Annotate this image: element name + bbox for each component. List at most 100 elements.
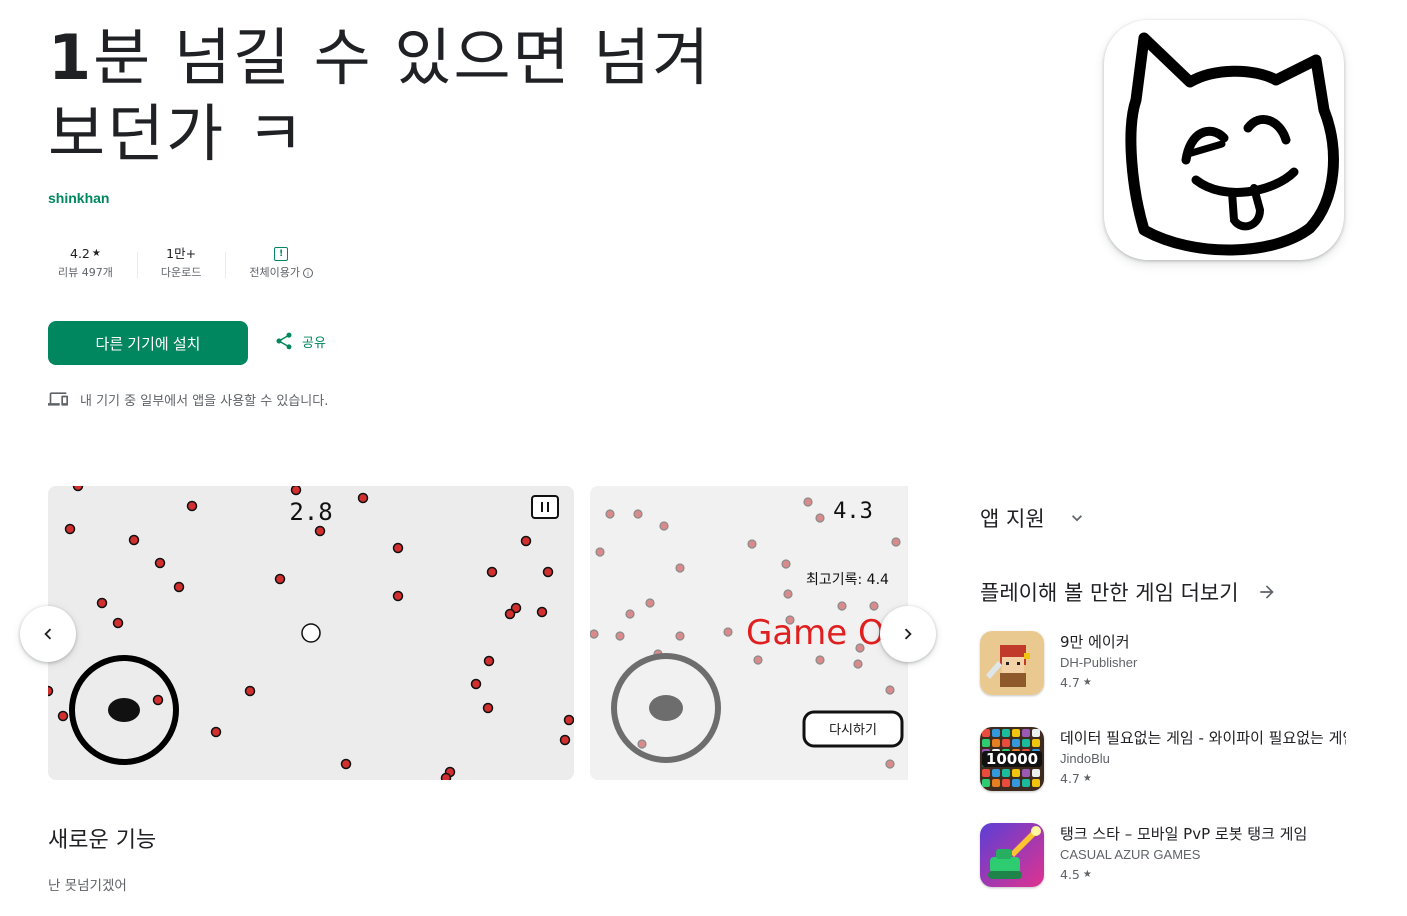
mosaic-tile <box>1022 779 1030 787</box>
mosaic-tile <box>992 739 1000 747</box>
score-text-2: 4.3 <box>833 499 873 524</box>
mosaic-tile <box>1012 729 1020 737</box>
mosaic-tile <box>1012 739 1020 747</box>
device-availability-note: 내 기기 중 일부에서 앱을 사용할 수 있습니다. <box>48 389 328 409</box>
player-cat-icon <box>301 623 321 643</box>
more-games-link[interactable]: 플레이해 볼 만한 게임 더보기 <box>980 577 1277 607</box>
faded-dot <box>595 547 605 557</box>
content-rating-icon: ! <box>274 247 289 261</box>
faded-dot <box>891 537 901 547</box>
more-games-label: 플레이해 볼 만한 게임 더보기 <box>980 581 1239 605</box>
enemy-dot <box>64 523 76 535</box>
mosaic-tile <box>1002 779 1010 787</box>
rec-rating-value: 4.5 <box>1060 867 1080 882</box>
mosaic-tile <box>1002 729 1010 737</box>
best-record-text: 최고기록: 4.4 <box>806 572 889 588</box>
recommended-app-1[interactable]: 9만 에이커 DH-Publisher 4.7 ★ <box>980 631 1346 695</box>
enemy-dot <box>96 597 108 609</box>
knight-game-icon <box>980 631 1044 695</box>
rec-app-developer: CASUAL AZUR GAMES <box>1060 847 1201 862</box>
faded-dot <box>723 627 733 637</box>
faded-dot <box>753 655 763 665</box>
app-title-rest: 분 넘길 수 있으면 넘겨 <box>93 21 712 94</box>
stat-downloads: 1만+ 다운로드 <box>136 244 225 286</box>
faded-dot <box>637 739 647 749</box>
chevron-left-icon <box>44 628 52 640</box>
recommended-app-3[interactable]: 탱크 스타 – 모바일 PvP 로봇 탱크 게임 CASUAL AZUR GAM… <box>980 823 1346 887</box>
share-button[interactable]: 공유 <box>274 331 326 351</box>
app-title: 1분 넘길 수 있으면 넘겨 보던가 ㅋ <box>48 20 768 172</box>
faded-dot <box>815 513 825 523</box>
rec-app-name: 탱크 스타 – 모바일 PvP 로봇 탱크 게임 <box>1060 825 1308 843</box>
mosaic-tile <box>1022 729 1030 737</box>
enemy-dot <box>357 492 369 504</box>
mosaic-tile <box>1032 779 1040 787</box>
mosaic-tile <box>982 769 990 777</box>
game-over-text: Game O <box>746 613 885 653</box>
whats-new-heading: 새로운 기능 <box>48 828 157 853</box>
screenshot-1[interactable]: 2.8 <box>48 486 574 780</box>
faded-dot <box>783 589 793 599</box>
enemy-dot <box>112 617 124 629</box>
faded-dot <box>645 598 655 608</box>
enemy-dot <box>274 573 286 585</box>
faded-dot <box>885 759 895 769</box>
enemy-dot <box>559 734 571 746</box>
faded-dot <box>885 685 895 695</box>
carousel-prev-button[interactable] <box>20 606 76 662</box>
rec-app-developer: JindoBlu <box>1060 751 1110 766</box>
enemy-dot <box>392 590 404 602</box>
enemy-dot <box>520 535 532 547</box>
downloads-value: 1만+ <box>166 246 197 261</box>
rating-value: 4.2 <box>70 246 90 261</box>
faded-dot <box>590 629 599 639</box>
mosaic-tile <box>1012 769 1020 777</box>
enemy-dot <box>536 606 548 618</box>
enemy-dot <box>470 678 482 690</box>
arrow-right-icon <box>1259 585 1274 599</box>
enemy-dot <box>186 500 198 512</box>
mosaic-tile <box>982 739 990 747</box>
mosaic-tile <box>1012 779 1020 787</box>
app-support-toggle[interactable]: 앱 지원 <box>980 503 1087 533</box>
downloads-label: 다운로드 <box>160 266 202 279</box>
faded-dot <box>869 601 879 611</box>
screenshot-2[interactable]: 4.3 최고기록: 4.4 Game O 다시하기 <box>590 486 908 780</box>
faded-dot <box>625 609 635 619</box>
enemy-dot <box>563 714 574 726</box>
mosaic-tile <box>1022 769 1030 777</box>
rating-label: 리뷰 497개 <box>58 266 113 279</box>
faded-dot <box>747 539 757 549</box>
share-icon <box>276 332 292 350</box>
game-scene: 2.8 <box>48 486 574 780</box>
developer-link[interactable]: shinkhan <box>48 190 109 206</box>
enemy-dot <box>57 710 69 722</box>
enemy-dot <box>504 608 516 620</box>
app-title-line2: 보던가 ㅋ <box>48 97 306 170</box>
mosaic-tile <box>992 769 1000 777</box>
app-support-label: 앱 지원 <box>980 507 1045 531</box>
mosaic-tile <box>1002 739 1010 747</box>
joystick-knob-2 <box>649 695 683 721</box>
mosaic-tile <box>1032 729 1040 737</box>
stat-content-rating[interactable]: ! 전체이용가 i <box>225 244 337 286</box>
score-text: 2.8 <box>289 498 332 526</box>
content-rating-label: 전체이용가 <box>249 266 300 279</box>
enemy-dot <box>340 758 352 770</box>
enemy-dot <box>314 525 326 537</box>
faded-dot <box>815 655 825 665</box>
enemy-dot <box>542 566 554 578</box>
faded-dot <box>675 631 685 641</box>
faded-dot <box>659 521 669 531</box>
game-over-scene: 4.3 최고기록: 4.4 Game O 다시하기 <box>590 497 904 769</box>
carousel-next-button[interactable] <box>880 606 936 662</box>
mosaic-tile <box>982 779 990 787</box>
info-icon[interactable]: i <box>302 268 313 278</box>
rec-app-rating: 4.7 ★ <box>1060 673 1346 693</box>
stat-rating[interactable]: 4.2 ★ 리뷰 497개 <box>48 244 137 286</box>
share-label: 공유 <box>302 335 326 351</box>
recommended-app-2[interactable]: 10000 데이터 필요없는 게임 - 와이파이 필요없는 게임 JindoBl… <box>980 727 1346 791</box>
mosaic-tile <box>1032 739 1040 747</box>
rec-app-rating: 4.7 ★ <box>1060 769 1346 789</box>
install-button[interactable]: 다른 기기에 설치 <box>48 321 248 365</box>
